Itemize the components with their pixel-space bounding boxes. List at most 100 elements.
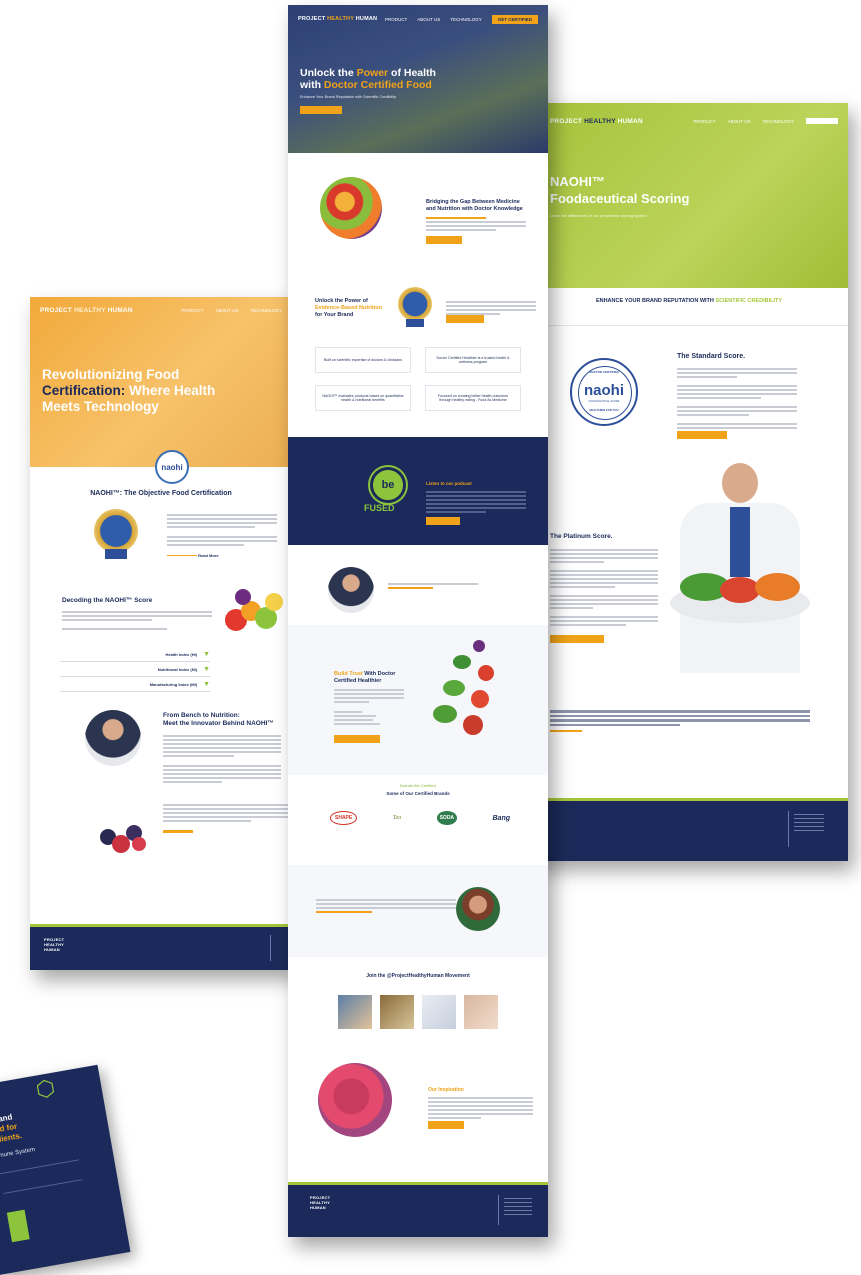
innovator-title: From Bench to Nutrition: Meet the Innovat…	[163, 712, 274, 727]
feature-card: Focused on creating better health outcom…	[425, 385, 521, 411]
footer-logo[interactable]: PROJECT HEALTHY HUMAN	[310, 1195, 330, 1210]
left-hero: PROJECT HEALTHY HUMAN PRODUCT ABOUT US T…	[30, 297, 292, 467]
nav-about[interactable]: ABOUT US	[216, 308, 239, 313]
build-title: Build Trust With Doctor Certified Healthi…	[334, 671, 396, 684]
vegetables-image	[423, 635, 508, 745]
be-fused-wordmark: FUSED	[364, 503, 395, 513]
brochure-subtext: mune System	[0, 1146, 36, 1160]
left-footer: PROJECT HEALTHY HUMAN	[30, 927, 292, 970]
fruit-image	[225, 587, 289, 637]
platinum-score-title: The Platinum Score.	[550, 533, 613, 540]
left-section-title: NAOHI™: The Objective Food Certification	[90, 490, 232, 497]
footer-logo[interactable]: PROJECT HEALTHY HUMAN	[44, 937, 64, 952]
nav-products[interactable]: PRODUCT	[385, 17, 407, 22]
center-hero: PROJECT HEALTHY HUMAN PRODUCT ABOUT US T…	[288, 5, 548, 153]
left-page-screenshot: PROJECT HEALTHY HUMAN PRODUCT ABOUT US T…	[30, 297, 292, 970]
instagram-post[interactable]	[422, 995, 456, 1029]
standard-paragraph	[677, 366, 797, 435]
right-hero: PROJECT HEALTHY HUMAN PRODUCT ABOUT US T…	[530, 103, 848, 288]
instagram-post[interactable]	[464, 995, 498, 1029]
testimonial-2-avatar	[456, 887, 500, 931]
podcast-cta-button[interactable]	[426, 517, 460, 525]
seal-ribbon-icon	[105, 549, 127, 559]
bridging-paragraph	[426, 215, 526, 233]
brands-kicker: Brands We Certified	[400, 783, 436, 788]
nav-about[interactable]: ABOUT US	[417, 17, 440, 22]
nav-technology[interactable]: TECHNOLOGY	[450, 17, 482, 22]
standard-cta-button[interactable]	[677, 431, 727, 439]
center-nav: PROJECT HEALTHY HUMAN PRODUCT ABOUT US T…	[288, 5, 548, 33]
inspiration-paragraph	[428, 1095, 533, 1121]
acai-bowl-image	[318, 1063, 392, 1137]
brochure-text: re and and for edients.	[0, 1112, 23, 1146]
instagram-post[interactable]	[338, 995, 372, 1029]
right-hero-title: NAOHI™ Foodaceutical Scoring	[550, 174, 690, 206]
bridging-cta-button[interactable]	[426, 236, 462, 244]
right-quote	[550, 708, 810, 732]
inspiration-cta-button[interactable]	[428, 1121, 464, 1129]
unlock-cta-button[interactable]	[446, 315, 484, 323]
center-hero-title: Unlock the Power of Health with Doctor C…	[300, 67, 436, 91]
right-page-screenshot: PROJECT HEALTHY HUMAN PRODUCT ABOUT US T…	[530, 103, 848, 861]
be-fused-logo[interactable]: be	[370, 467, 406, 503]
standard-score-title: The Standard Score.	[677, 353, 746, 360]
testimonial-avatar	[328, 567, 374, 613]
right-hero-subtitle: Learn the differences of our proprietary…	[550, 213, 647, 218]
naohi-seal-icon	[398, 287, 432, 321]
enhance-banner: ENHANCE YOUR BRAND REPUTATION WITH SCIEN…	[595, 298, 783, 304]
brochure-image: ⬡ re and and for edients. mune System	[0, 1064, 131, 1275]
build-cta-button[interactable]	[334, 735, 380, 743]
nav-products[interactable]: PRODUCT	[181, 308, 203, 313]
center-page-screenshot: PROJECT HEALTHY HUMAN PRODUCT ABOUT US T…	[288, 5, 548, 1237]
feature-card: Built on scientific expertise of doctors…	[315, 347, 411, 373]
feature-card: Doctor Certified Healthier is a trusted …	[425, 347, 521, 373]
podcast-section: be FUSED Listen to our podcast	[288, 437, 548, 545]
right-logo[interactable]: PROJECT HEALTHY HUMAN	[550, 118, 643, 125]
platinum-paragraph	[550, 547, 658, 628]
instagram-post[interactable]	[380, 995, 414, 1029]
left-logo[interactable]: PROJECT HEALTHY HUMAN	[40, 307, 133, 314]
nav-products[interactable]: PRODUCT	[693, 119, 715, 124]
join-title: Join the @ProjectHealthyHuman Movement	[366, 973, 470, 979]
enhance-divider	[530, 325, 848, 326]
nav-cta-button[interactable]	[806, 118, 838, 124]
decoding-title: Decoding the NAOHI™ Score	[62, 597, 153, 604]
accordion-nutritional-index[interactable]: Nutritional Index (NI) ▼	[60, 662, 210, 677]
accordion-manufacturing-index[interactable]: Manufacturing Index (MI) ▼	[60, 677, 210, 692]
brands-title: Some of Our Certified Brands	[386, 791, 450, 796]
inspiration-title: Our Inspiration	[428, 1087, 464, 1093]
doctor-image	[660, 463, 820, 673]
platinum-cta-button[interactable]	[550, 635, 604, 643]
decoding-paragraph	[62, 609, 212, 632]
left-nav: PROJECT HEALTHY HUMAN PRODUCT ABOUT US T…	[30, 297, 292, 323]
brand-logos-row: SHAPE Tea SODA Bang	[330, 811, 510, 825]
feature-card: NAOHI™ evaluates products based on quant…	[315, 385, 411, 411]
nav-about[interactable]: ABOUT US	[728, 119, 751, 124]
center-logo[interactable]: PROJECT HEALTHY HUMAN	[298, 16, 377, 22]
brand-logo: SODA	[436, 811, 458, 825]
accordion-health-index[interactable]: Health Index (HI) ▼	[60, 647, 210, 662]
right-footer	[530, 801, 848, 861]
nav-technology[interactable]: TECHNOLOGY	[250, 308, 282, 313]
testimonial-text	[388, 581, 478, 591]
build-section-bg	[288, 625, 548, 775]
brand-logo: Tea	[392, 815, 402, 821]
chevron-down-icon: ▼	[203, 665, 210, 673]
left-paragraph-1	[167, 512, 277, 548]
naohi-seal-icon	[94, 509, 138, 553]
nav-technology[interactable]: TECHNOLOGY	[762, 119, 794, 124]
unlock-title: Unlock the Power of Evidence-Based Nutrit…	[315, 298, 382, 318]
naohi-seal-icon: naohi DOCTOR CERTIFIED FOODACEUTICAL SCO…	[570, 358, 638, 426]
nav-get-certified-button[interactable]: GET CERTIFIED	[491, 14, 538, 24]
brand-logo: SHAPE	[330, 811, 358, 825]
left-hero-title: Revolutionizing Food Certification: Wher…	[42, 367, 216, 414]
chevron-down-icon: ▼	[203, 650, 210, 658]
read-more-link[interactable]: Read More	[167, 553, 219, 558]
testimonial-2-text	[316, 897, 456, 915]
seal-ribbon-icon	[406, 319, 424, 327]
innovator-paragraph	[163, 733, 281, 785]
naohi-small-logo: naohi	[155, 450, 189, 484]
fruit-bowl-image	[320, 177, 382, 239]
innovator-quote	[163, 802, 288, 833]
hero-cta-button[interactable]	[300, 106, 342, 114]
